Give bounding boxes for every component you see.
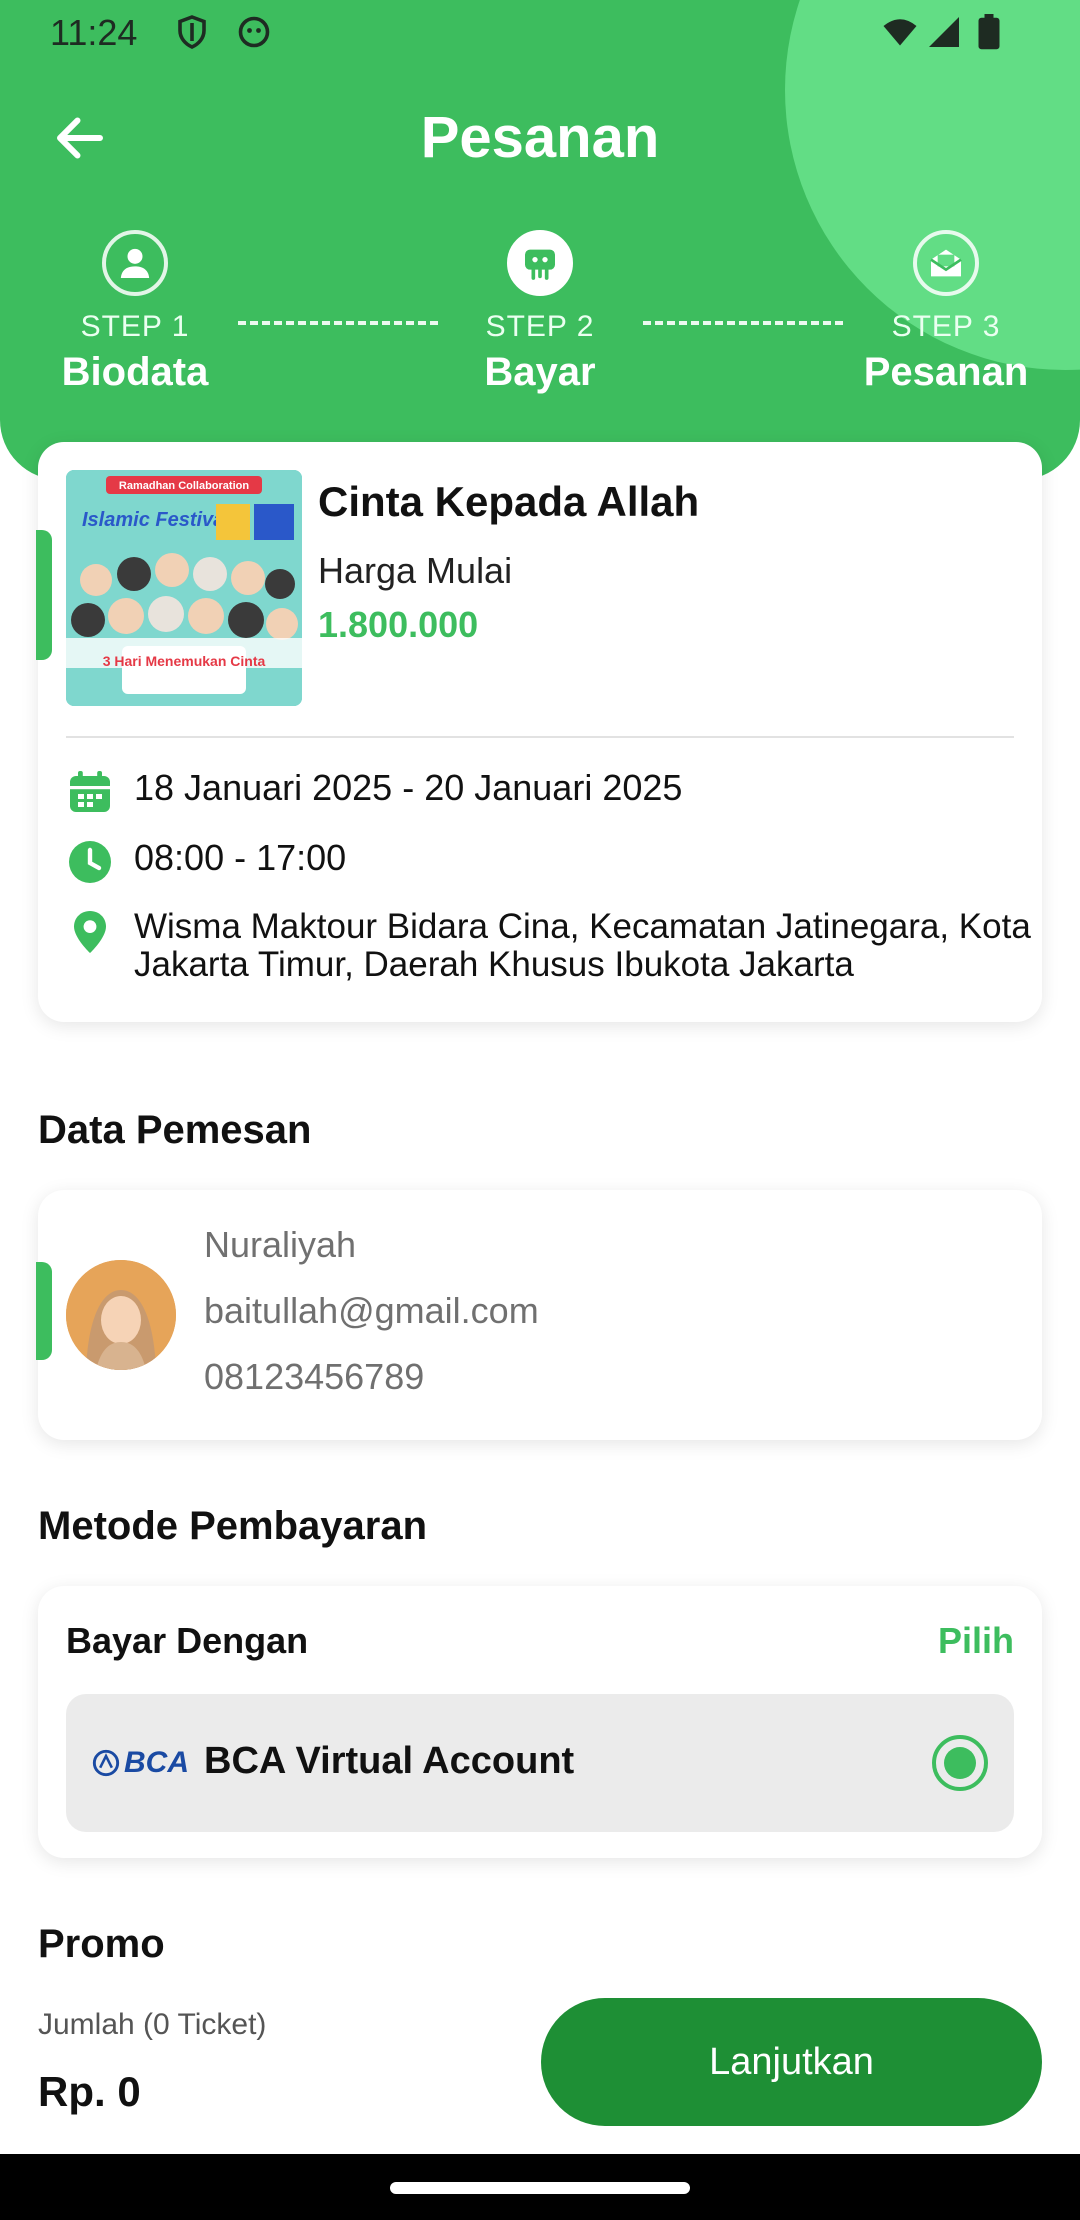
status-bar: 11:24 [0,0,1080,66]
lanjutkan-button[interactable]: Lanjutkan [541,1998,1042,2126]
event-date: 18 Januari 2025 - 20 Januari 2025 [134,767,683,808]
card-accent-bar [36,530,52,660]
avatar-image [66,1260,176,1370]
step-1-circle [102,230,168,296]
step-2-circle [507,230,573,296]
avatar [66,1260,176,1370]
event-title: Cinta Kepada Allah [318,478,700,525]
bca-emblem-icon [92,1749,120,1777]
cellular-signal-icon [929,17,959,47]
event-location: Wisma Maktour Bidara Cina, Kecamatan Jat… [134,907,1031,984]
jumlah-ticket-label: Jumlah (0 Ticket) [38,2008,267,2041]
event-poster-illustration: Ramadhan Collaboration Islamic Festival … [66,470,302,706]
data-pemesan-card[interactable]: Nuraliyah baitullah@gmail.com 0812345678… [36,1190,1042,1440]
event-date-row: 18 Januari 2025 - 20 Januari 2025 [66,768,682,816]
step-2-number: STEP 2 [485,310,595,343]
payment-method-option[interactable]: BCA BCA Virtual Account [66,1694,1014,1832]
pemesan-phone: 08123456789 [204,1356,425,1397]
event-poster-image: Ramadhan Collaboration Islamic Festival … [66,470,302,706]
event-card: Ramadhan Collaboration Islamic Festival … [36,442,1042,1022]
header: 11:24 Pesanan STEP 1 Biodata STEP 2 Baya… [0,0,1080,480]
calendar-icon [70,771,110,812]
metode-pembayaran-card: Bayar Dengan Pilih BCA BCA Virtual Accou… [38,1586,1042,1858]
radio-selected-dot [944,1747,976,1779]
pemesan-email: baitullah@gmail.com [204,1290,539,1331]
pilih-button[interactable]: Pilih [938,1620,1014,1662]
step-connector-2 [643,321,843,325]
status-time: 11:24 [50,12,138,53]
bayar-dengan-label: Bayar Dengan [66,1620,309,1661]
android-face-icon [238,16,270,48]
page-title: Pesanan [420,105,660,170]
step-3-name: Pesanan [863,350,1029,394]
event-location-row: Wisma Maktour Bidara Cina, Kecamatan Jat… [66,908,1046,984]
price-label: Harga Mulai [318,550,513,591]
location-pin-icon [74,911,106,953]
card-accent-bar [36,1262,52,1360]
bca-logo: BCA [92,1746,189,1780]
step-3-circle [913,230,979,296]
step-biodata: STEP 1 Biodata [15,230,255,395]
promo-title: Promo [38,1922,165,1966]
divider [66,736,1014,738]
step-3-number: STEP 3 [891,310,1001,343]
user-icon [120,248,150,278]
payment-method-name: BCA Virtual Account [204,1740,575,1782]
poster-badge: Ramadhan Collaboration [119,480,249,492]
data-pemesan-title: Data Pemesan [38,1108,312,1152]
step-pesanan: STEP 3 Pesanan [826,230,1066,395]
payment-method-radio[interactable] [932,1735,988,1791]
bca-logo-text: BCA [124,1746,189,1779]
clock-icon [69,841,111,883]
price-value: 1.800.000 [318,604,479,645]
event-time: 08:00 - 17:00 [134,837,347,878]
metode-pembayaran-title: Metode Pembayaran [38,1504,428,1548]
step-2-name: Bayar [484,350,596,394]
home-indicator[interactable] [390,2182,690,2194]
poster-logo: Islamic Festival [82,509,230,531]
step-1-name: Biodata [61,350,209,394]
event-time-row: 08:00 - 17:00 [66,838,346,886]
step-bayar: STEP 2 Bayar [420,230,660,395]
poster-tagline: 3 Hari Menemukan Cinta [103,653,266,669]
order-envelope-icon [930,249,962,277]
battery-icon [978,14,1000,50]
pemesan-name: Nuraliyah [204,1224,357,1265]
step-1-number: STEP 1 [80,310,190,343]
total-price: Rp. 0 [38,2068,141,2115]
wifi-icon [883,19,917,46]
payment-icon [525,249,555,280]
shield-icon [178,15,206,49]
step-connector-1 [238,321,438,325]
